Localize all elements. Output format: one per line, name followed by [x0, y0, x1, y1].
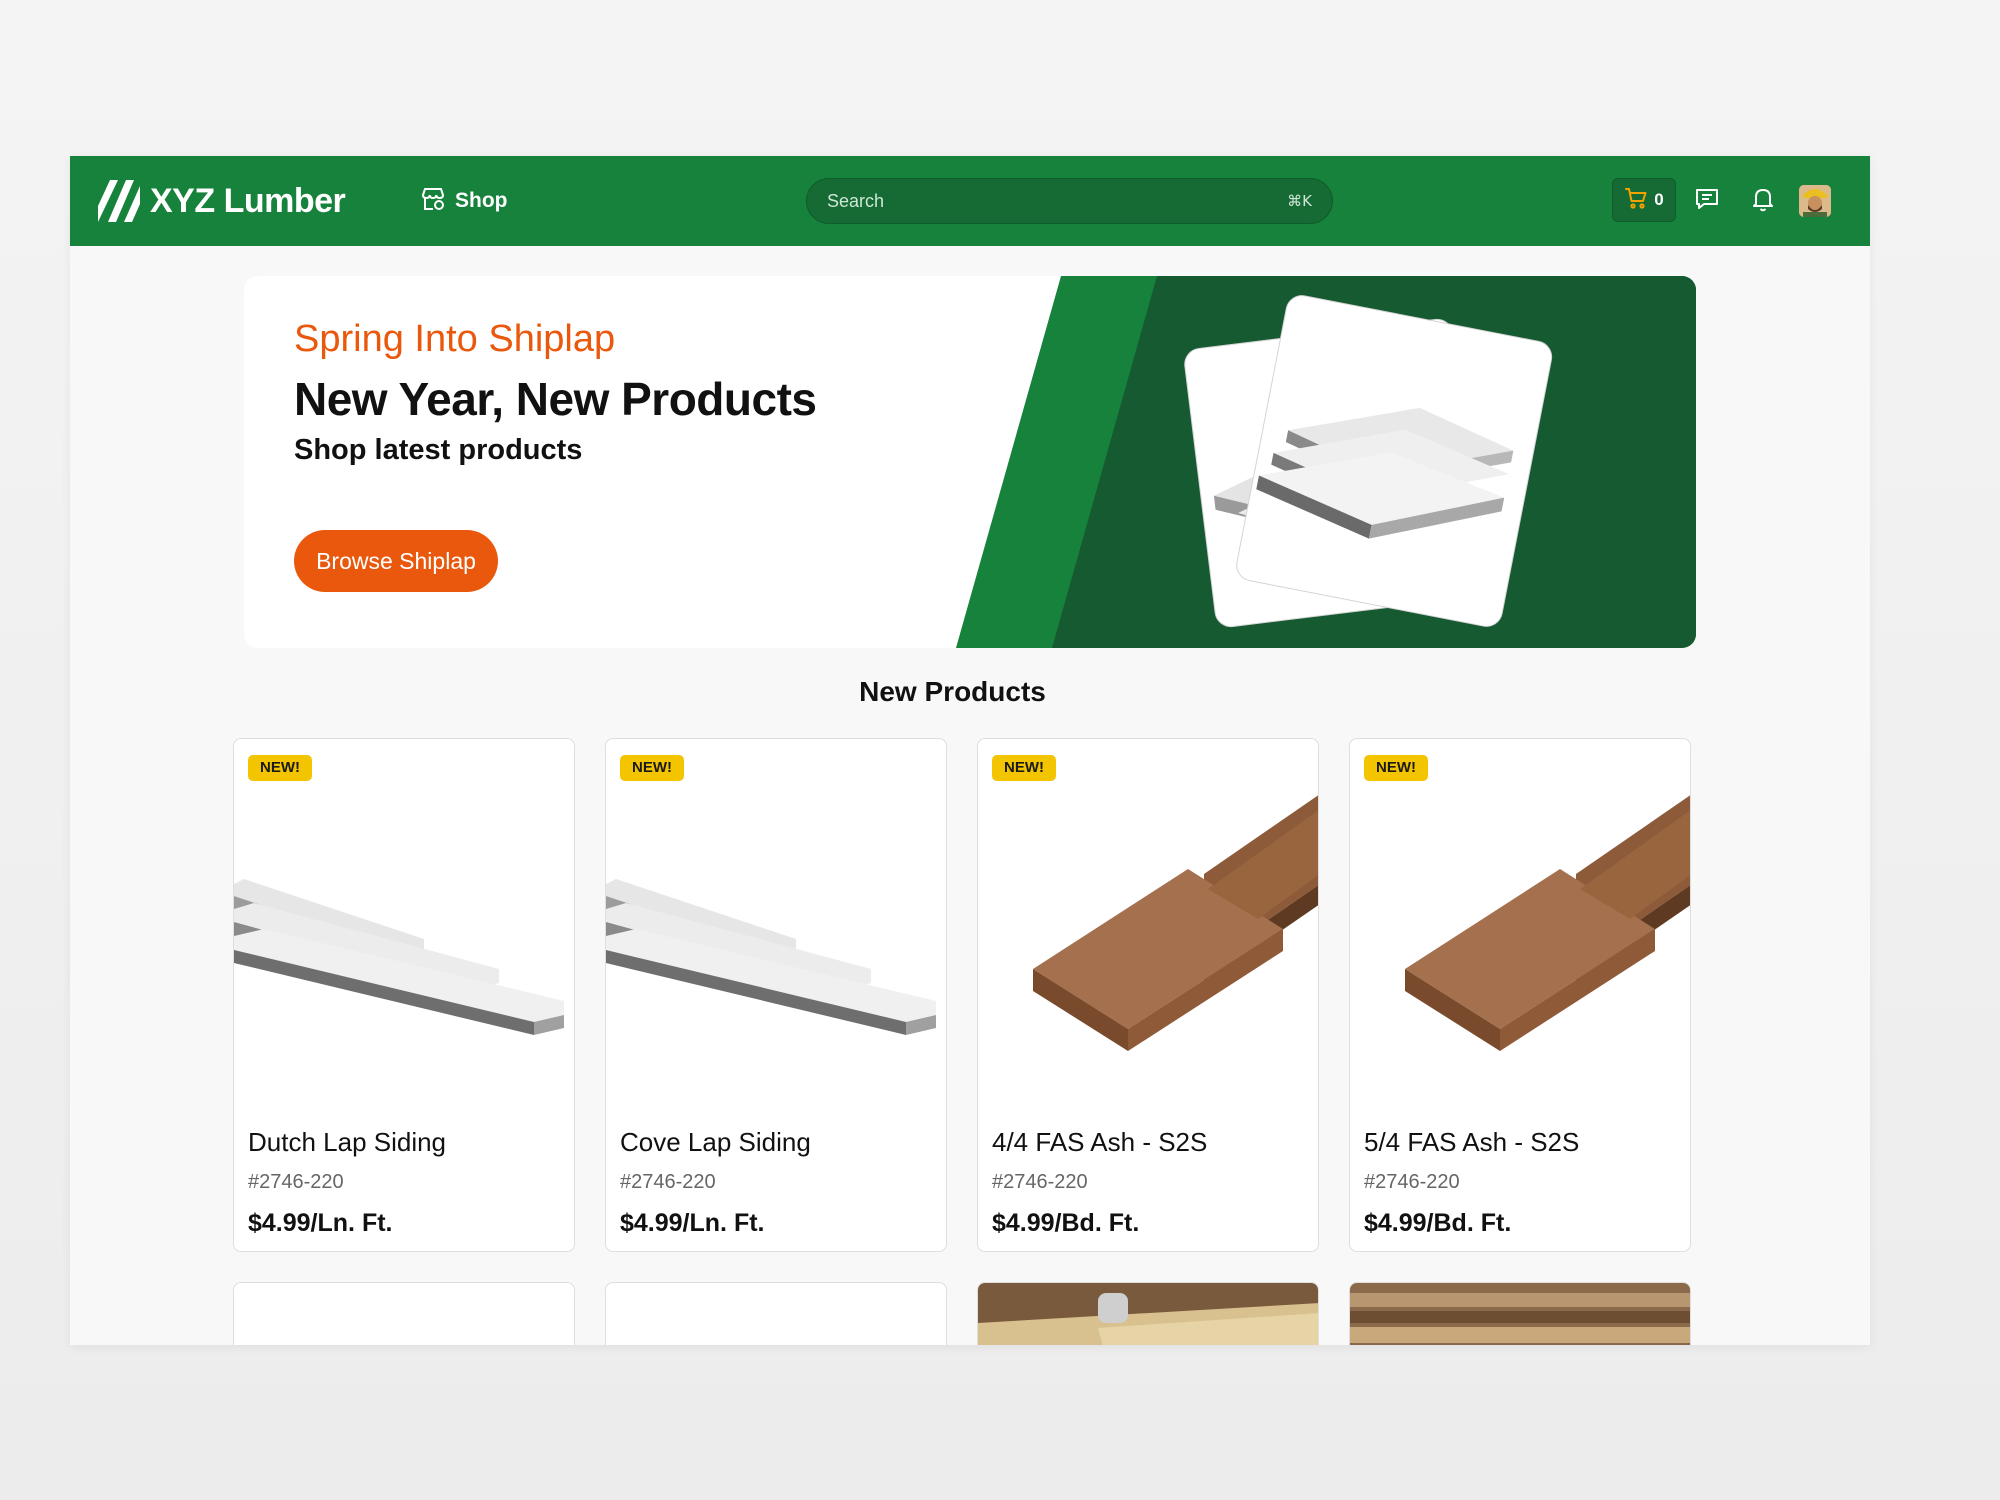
bell-icon	[1749, 185, 1777, 218]
product-card-partial[interactable]	[233, 1282, 575, 1345]
product-name: 5/4 FAS Ash - S2S	[1364, 1127, 1580, 1157]
product-image	[606, 879, 936, 1035]
product-image	[1405, 795, 1690, 1051]
chat-icon	[1693, 185, 1721, 218]
new-badge: NEW!	[248, 755, 312, 781]
new-badge: NEW!	[992, 755, 1056, 781]
product-image	[234, 879, 564, 1035]
nav-shop[interactable]: Shop	[420, 183, 508, 219]
product-name: Cove Lap Siding	[620, 1127, 811, 1157]
notifications-button[interactable]	[1746, 184, 1780, 218]
hero-title: New Year, New Products	[294, 373, 817, 425]
cart-button[interactable]: 0	[1612, 178, 1676, 222]
top-bar: XYZ Lumber Shop ⌘K	[70, 156, 1870, 246]
brand-logo[interactable]: XYZ Lumber	[98, 178, 346, 224]
new-badge: NEW!	[1364, 755, 1428, 781]
messages-button[interactable]	[1690, 184, 1724, 218]
product-image	[1350, 1283, 1690, 1345]
cart-icon	[1624, 186, 1648, 215]
section-title: New Products	[859, 676, 1046, 707]
product-card[interactable]: NEW! Dutch Lap Siding #2746-220 $4.99/Ln…	[233, 738, 575, 1252]
product-price: $4.99/Ln. Ft.	[248, 1209, 393, 1237]
logo-stripes-icon	[98, 180, 140, 222]
hero-subtitle: Shop latest products	[294, 434, 583, 466]
hero-eyebrow: Spring Into Shiplap	[294, 318, 616, 360]
search-bar[interactable]: ⌘K	[806, 178, 1333, 224]
hero-banner: Spring Into Shiplap New Year, New Produc…	[244, 276, 1696, 648]
user-avatar[interactable]	[1799, 185, 1831, 217]
product-name: Dutch Lap Siding	[248, 1127, 447, 1157]
product-sku: #2746-220	[992, 1171, 1088, 1193]
product-card[interactable]: NEW! 4/4 FAS Ash - S2S #2746-220 $4.99/B…	[977, 738, 1319, 1252]
new-badge: NEW!	[620, 755, 684, 781]
product-card-partial[interactable]	[977, 1282, 1319, 1345]
product-sku: #2746-220	[620, 1171, 716, 1193]
product-image	[978, 1283, 1318, 1345]
nav-shop-label: Shop	[455, 189, 508, 212]
product-sku: #2746-220	[248, 1171, 344, 1193]
product-card-partial[interactable]	[605, 1282, 947, 1345]
app-window: XYZ Lumber Shop ⌘K	[70, 156, 1870, 1345]
browse-shiplap-button[interactable]: Browse Shiplap	[294, 530, 498, 592]
brand-name: XYZ Lumber	[150, 181, 346, 220]
product-name: 4/4 FAS Ash - S2S	[992, 1127, 1208, 1157]
product-card[interactable]: NEW! Cove Lap Siding #2746-220 $4.99/Ln.…	[605, 738, 947, 1252]
search-input[interactable]	[827, 190, 1288, 212]
product-image	[1033, 795, 1318, 1051]
product-price: $4.99/Ln. Ft.	[620, 1209, 765, 1237]
storefront-icon	[420, 186, 446, 217]
product-card-partial[interactable]	[1349, 1282, 1691, 1345]
product-price: $4.99/Bd. Ft.	[992, 1209, 1140, 1237]
product-price: $4.99/Bd. Ft.	[1364, 1209, 1512, 1237]
search-shortcut: ⌘K	[1287, 192, 1312, 210]
product-card[interactable]: NEW! 5/4 FAS Ash - S2S #2746-220 $4.99/B…	[1349, 738, 1691, 1252]
product-sku: #2746-220	[1364, 1171, 1460, 1193]
cart-count: 0	[1654, 190, 1664, 209]
